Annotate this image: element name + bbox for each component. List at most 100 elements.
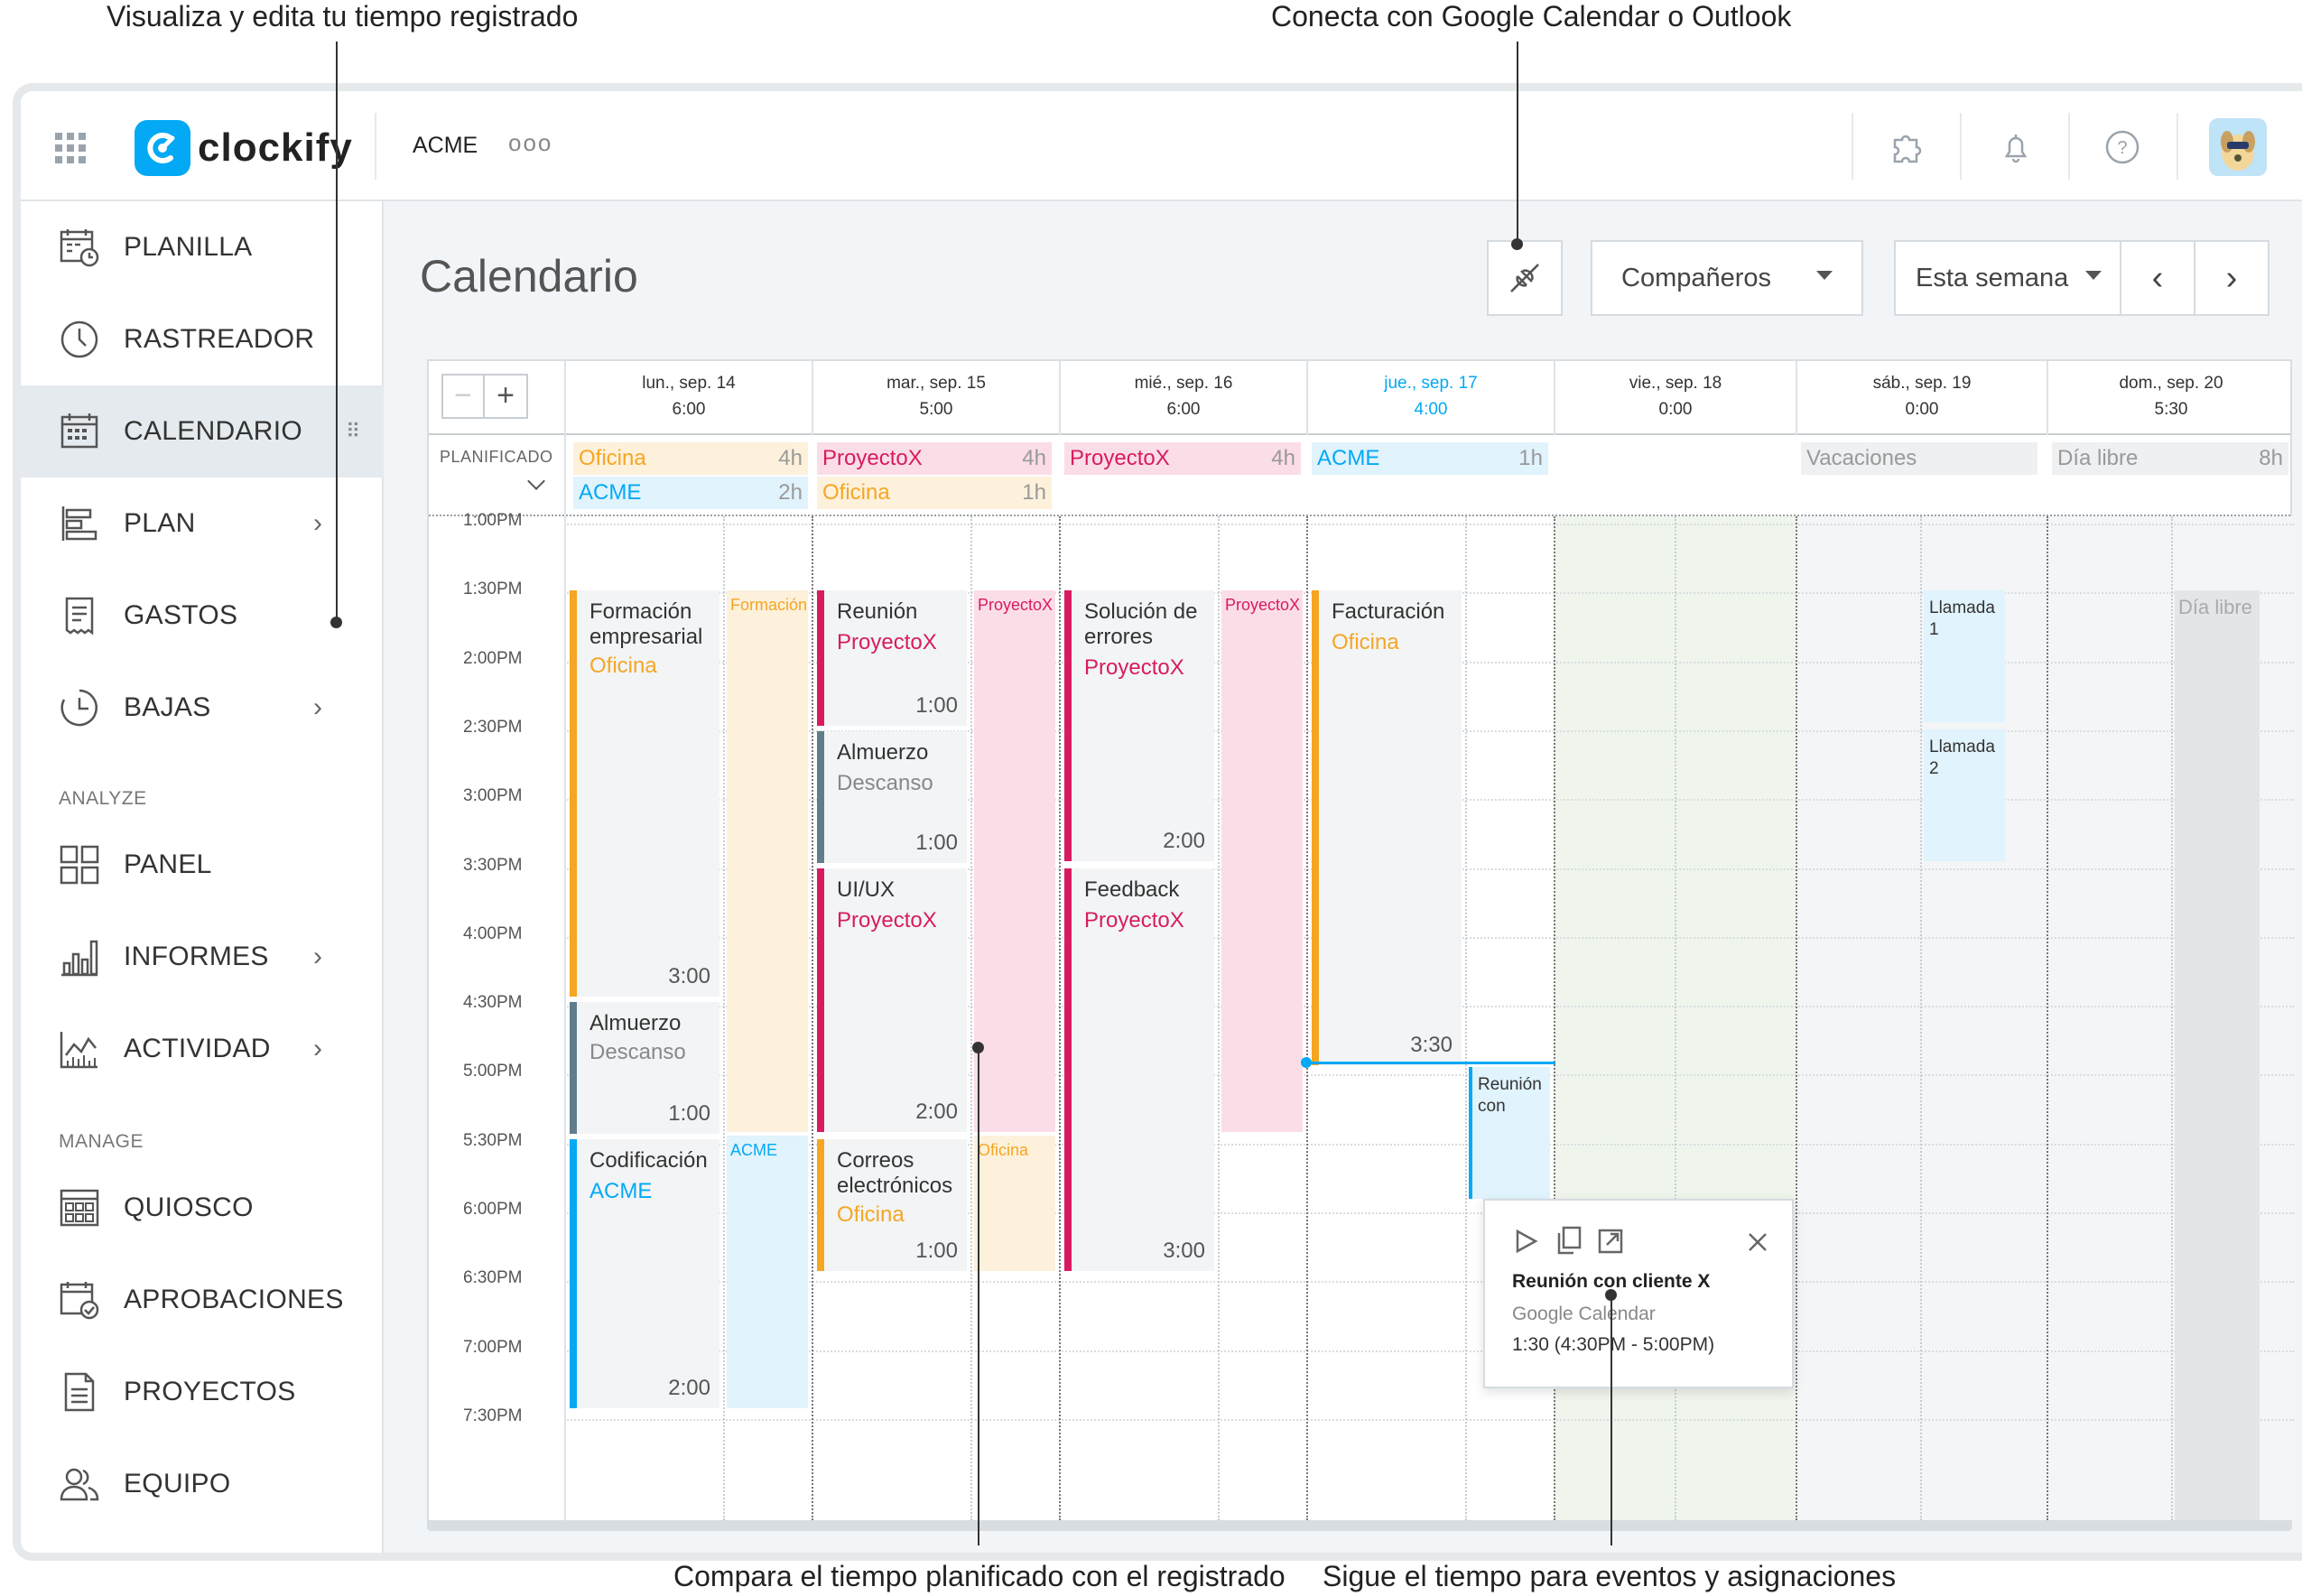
- sidebar-item-calendario[interactable]: CALENDARIO ⠿: [21, 385, 384, 478]
- planned-expand-chevron-icon[interactable]: [527, 472, 545, 490]
- event-reunion-cliente-title: Reunión con: [1478, 1075, 1542, 1116]
- sidebar-item-plan[interactable]: PLAN ›: [21, 478, 384, 570]
- clockify-logo[interactable]: clockify: [135, 120, 353, 176]
- apps-grid-icon[interactable]: [55, 133, 86, 163]
- day-header-mon: lun., sep. 14 6:00: [564, 361, 812, 435]
- sidebar-item-label: PLANILLA: [124, 232, 253, 262]
- planned-oficina-mon[interactable]: Oficina 4h: [573, 442, 808, 475]
- day-total: 0:00: [1658, 400, 1693, 419]
- event-codificacion[interactable]: Codificación ACME 2:00: [570, 1139, 719, 1408]
- sidebar-item-label: INFORMES: [124, 942, 269, 971]
- activity-icon: [60, 1032, 97, 1069]
- drag-handle-icon[interactable]: ⠿: [346, 420, 360, 443]
- sidebar-item-bajas[interactable]: BAJAS ›: [21, 662, 384, 754]
- sidebar-item-rastreador[interactable]: RASTREADOR: [21, 293, 384, 385]
- planned-block-proyectox-tue[interactable]: ProyectoX: [974, 590, 1055, 1132]
- avatar[interactable]: [2209, 118, 2267, 176]
- event-almuerzo-mon[interactable]: Almuerzo Descanso 1:00: [570, 1002, 719, 1134]
- sidebar-item-equipo[interactable]: EQUIPO: [21, 1438, 384, 1530]
- event-reunion-cliente[interactable]: Reunión con: [1469, 1067, 1550, 1199]
- sidebar-item-panel[interactable]: PANEL: [21, 819, 384, 911]
- planned-proyectox-wed[interactable]: ProyectoX 4h: [1064, 442, 1301, 475]
- time-label: 3:30PM: [463, 855, 523, 875]
- planned-label: PLANIFICADO: [440, 448, 553, 466]
- annotation-dot-edit: [330, 617, 342, 628]
- clockify-logo-icon: [135, 120, 190, 176]
- event-llamada-1-title: Llamada 1: [1929, 598, 1995, 639]
- event-uiux[interactable]: UI/UX ProyectoX 2:00: [817, 868, 967, 1132]
- event-formacion[interactable]: Formación empresarial Oficina 3:00: [570, 590, 719, 997]
- day-total: 4:00: [1414, 400, 1448, 419]
- section-manage: MANAGE: [59, 1131, 144, 1152]
- planned-oficina-tue[interactable]: Oficina 1h: [817, 477, 1052, 509]
- close-icon[interactable]: [1747, 1231, 1768, 1253]
- next-week-button[interactable]: ›: [2194, 240, 2270, 316]
- time-label: 7:30PM: [463, 1406, 523, 1425]
- day-header-tue: mar., sep. 15 5:00: [812, 361, 1059, 435]
- planned-block-formacion[interactable]: Formación: [727, 590, 808, 1132]
- help-icon[interactable]: ?: [2104, 129, 2140, 165]
- day-label: vie., sep. 18: [1629, 374, 1722, 393]
- sidebar-item-gastos[interactable]: GASTOS: [21, 570, 384, 662]
- puzzle-icon[interactable]: [1888, 129, 1924, 165]
- event-almuerzo-tue[interactable]: Almuerzo Descanso 1:00: [817, 731, 967, 863]
- sidebar-item-planilla[interactable]: PLANILLA: [21, 201, 384, 293]
- chevron-right-icon: ›: [313, 1034, 322, 1063]
- dashboard-icon: [60, 845, 99, 885]
- time-gridline: [564, 1350, 2294, 1352]
- event-correos[interactable]: Correos electrónicos Oficina 1:00: [817, 1139, 967, 1271]
- sidebar-item-label: QUIOSCO: [124, 1192, 254, 1222]
- caret-down-icon: [1816, 271, 1833, 280]
- planned-dia-libre-sun[interactable]: Día libre 8h: [2052, 442, 2288, 475]
- sidebar-item-label: ACTIVIDAD: [124, 1034, 271, 1063]
- day-label: lun., sep. 14: [642, 374, 736, 393]
- workspace-more-button[interactable]: ooo: [508, 129, 552, 157]
- sidebar-item-proyectos[interactable]: PROYECTOS: [21, 1346, 384, 1438]
- time-label: 1:30PM: [463, 580, 523, 599]
- event-llamada-1[interactable]: Llamada 1: [1924, 590, 2005, 722]
- connect-calendar-button[interactable]: [1487, 240, 1563, 316]
- popover-time: 1:30 (4:30PM - 5:00PM): [1512, 1334, 1715, 1355]
- sidebar-item-label: EQUIPO: [124, 1469, 231, 1499]
- svg-text:?: ?: [2117, 138, 2127, 158]
- sidebar-item-actividad[interactable]: ACTIVIDAD ›: [21, 1003, 384, 1095]
- sidebar-item-aprobaciones[interactable]: APROBACIONES: [21, 1254, 384, 1346]
- planned-block-proyectox-wed[interactable]: ProyectoX: [1221, 590, 1303, 1132]
- event-llamada-2[interactable]: Llamada 2: [1924, 729, 2005, 861]
- chevron-right-icon: ›: [2225, 258, 2238, 297]
- event-feedback[interactable]: Feedback ProyectoX 3:00: [1064, 868, 1214, 1271]
- time-label: 1:00PM: [463, 511, 523, 530]
- prev-week-button[interactable]: ‹: [2120, 240, 2195, 316]
- planned-acme-mon[interactable]: ACME 2h: [573, 477, 808, 509]
- event-solucion-errores[interactable]: Solución de errores ProyectoX 2:00: [1064, 590, 1214, 861]
- reports-icon: [61, 940, 98, 977]
- bell-icon[interactable]: [1998, 129, 2034, 165]
- time-label: 6:30PM: [463, 1268, 523, 1288]
- copy-icon[interactable]: [1555, 1226, 1583, 1255]
- planned-proyectox-tue[interactable]: ProyectoX 4h: [817, 442, 1052, 475]
- sidebar-item-quiosco[interactable]: QUIOSCO: [21, 1162, 384, 1254]
- timesheet-icon: [60, 229, 99, 267]
- day-header-thu: jue., sep. 17 4:00: [1306, 361, 1554, 435]
- chevron-left-icon: ‹: [2151, 258, 2164, 297]
- sidebar-item-informes[interactable]: INFORMES ›: [21, 911, 384, 1003]
- date-range-select[interactable]: Esta semana: [1894, 240, 2121, 316]
- play-icon[interactable]: [1512, 1228, 1539, 1255]
- teammates-select[interactable]: Compañeros: [1591, 240, 1863, 316]
- planned-vacaciones-sat[interactable]: Vacaciones: [1801, 442, 2037, 475]
- workspace-name[interactable]: ACME: [413, 133, 478, 159]
- event-reunion[interactable]: Reunión ProyectoX 1:00: [817, 590, 967, 726]
- time-off-icon: [60, 689, 97, 727]
- date-range-label: Esta semana: [1916, 263, 2069, 292]
- zoom-in-button[interactable]: +: [485, 376, 526, 417]
- planned-acme-thu[interactable]: ACME 1h: [1312, 442, 1548, 475]
- zoom-out-button[interactable]: −: [443, 376, 485, 417]
- planned-block-oficina-tue[interactable]: Oficina: [974, 1136, 1055, 1271]
- section-analyze: ANALYZE: [59, 788, 147, 809]
- projects-icon: [64, 1372, 95, 1412]
- event-facturacion[interactable]: Facturación Oficina 3:30: [1312, 590, 1462, 1065]
- planned-block-acme-mon[interactable]: ACME: [727, 1136, 808, 1408]
- planned-block-dia-libre[interactable]: Día libre: [2175, 590, 2260, 1520]
- open-external-icon[interactable]: [1597, 1228, 1624, 1255]
- team-icon: [60, 1468, 99, 1501]
